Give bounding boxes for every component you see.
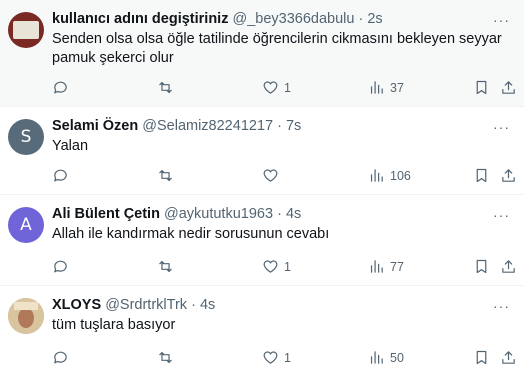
tweet-header: Ali Bülent Çetin @aykututku1963 · 4s — [52, 205, 512, 223]
action-bar: 1 50 — [52, 341, 515, 377]
timestamp[interactable]: 4s — [200, 297, 215, 313]
tweet[interactable]: ··· XLOYS @SrdrtrklTrk · 4s tüm tuşlara … — [0, 286, 524, 373]
more-icon[interactable]: ··· — [493, 12, 510, 28]
display-name[interactable]: XLOYS — [52, 297, 101, 313]
avatar[interactable] — [8, 298, 44, 334]
tweet-text: Senden olsa olsa öğle tatilinde öğrencil… — [52, 31, 502, 66]
avatar-letter: S — [20, 127, 32, 147]
tweet-text: tüm tuşlara basıyor — [52, 317, 176, 333]
retweet-button[interactable] — [157, 349, 174, 366]
timestamp[interactable]: 7s — [286, 118, 301, 134]
view-count: 37 — [390, 80, 404, 95]
like-count: 1 — [284, 80, 291, 95]
tweet[interactable]: ··· kullanıcı adını degiştiriniz @_bey33… — [0, 0, 524, 107]
view-count: 106 — [390, 168, 411, 183]
tweet[interactable]: S ··· Selami Özen @Selamiz82241217 · 7s … — [0, 107, 524, 195]
share-button[interactable] — [500, 258, 517, 275]
tweet[interactable]: A ··· Ali Bülent Çetin @aykututku1963 · … — [0, 195, 524, 286]
user-handle[interactable]: @_bey3366dabulu — [232, 11, 354, 27]
retweet-button[interactable] — [157, 79, 174, 96]
view-count: 50 — [390, 350, 404, 365]
tweet-text: Yalan — [52, 138, 89, 154]
action-bar: 106 — [52, 159, 515, 195]
views-button[interactable]: 106 — [368, 167, 411, 184]
avatar[interactable]: S — [8, 119, 44, 155]
bookmark-button[interactable] — [473, 349, 490, 366]
more-icon[interactable]: ··· — [493, 119, 510, 135]
bookmark-button[interactable] — [473, 167, 490, 184]
bookmark-button[interactable] — [473, 79, 490, 96]
heart-icon — [263, 81, 278, 94]
tweet-header: XLOYS @SrdrtrklTrk · 4s — [52, 296, 512, 314]
bookmark-button[interactable] — [473, 258, 490, 275]
share-icon — [502, 260, 515, 273]
reply-button[interactable] — [52, 349, 69, 366]
heart-icon — [263, 169, 278, 182]
views-icon — [370, 81, 383, 94]
timestamp[interactable]: 4s — [286, 206, 301, 222]
like-button[interactable]: 1 — [262, 258, 291, 275]
avatar[interactable] — [8, 12, 44, 48]
views-icon — [370, 260, 383, 273]
avatar-image — [8, 298, 44, 334]
reply-icon — [54, 81, 67, 94]
timestamp[interactable]: 2s — [367, 11, 382, 27]
retweet-icon — [159, 81, 172, 94]
share-button[interactable] — [500, 79, 517, 96]
separator: · — [358, 11, 364, 27]
bookmark-icon — [476, 259, 487, 274]
display-name[interactable]: kullanıcı adını degiştiriniz — [52, 11, 228, 27]
tweet-header: kullanıcı adını degiştiriniz @_bey3366da… — [52, 10, 512, 28]
like-count: 1 — [284, 350, 291, 365]
reply-icon — [54, 169, 67, 182]
share-button[interactable] — [500, 349, 517, 366]
like-count: 1 — [284, 259, 291, 274]
action-bar: 1 37 — [52, 71, 515, 107]
user-handle[interactable]: @aykututku1963 — [164, 206, 273, 222]
avatar[interactable]: A — [8, 207, 44, 243]
retweet-icon — [159, 260, 172, 273]
action-bar: 1 77 — [52, 250, 515, 286]
avatar-image — [13, 21, 39, 39]
like-button[interactable]: 1 — [262, 349, 291, 366]
views-button[interactable]: 77 — [368, 258, 404, 275]
share-icon — [502, 351, 515, 364]
tweet-text: Allah ile kandırmak nedir sorusunun ceva… — [52, 226, 330, 242]
bookmark-icon — [476, 350, 487, 365]
heart-icon — [263, 351, 278, 364]
share-icon — [502, 81, 515, 94]
retweet-button[interactable] — [157, 167, 174, 184]
bookmark-icon — [476, 80, 487, 95]
reply-button[interactable] — [52, 79, 69, 96]
tweet-header: Selami Özen @Selamiz82241217 · 7s — [52, 117, 512, 135]
reply-button[interactable] — [52, 167, 69, 184]
like-button[interactable]: 1 — [262, 79, 291, 96]
display-name[interactable]: Ali Bülent Çetin — [52, 206, 160, 222]
more-icon[interactable]: ··· — [493, 207, 510, 223]
reply-icon — [54, 351, 67, 364]
views-button[interactable]: 37 — [368, 79, 404, 96]
bookmark-icon — [476, 168, 487, 183]
display-name[interactable]: Selami Özen — [52, 118, 138, 134]
views-button[interactable]: 50 — [368, 349, 404, 366]
more-icon[interactable]: ··· — [493, 298, 510, 314]
share-button[interactable] — [500, 167, 517, 184]
view-count: 77 — [390, 259, 404, 274]
separator: · — [191, 297, 196, 313]
separator: · — [277, 206, 282, 222]
views-icon — [370, 169, 383, 182]
avatar-letter: A — [20, 215, 32, 235]
like-button[interactable] — [262, 167, 284, 184]
views-icon — [370, 351, 383, 364]
user-handle[interactable]: @Selamiz82241217 — [142, 118, 273, 134]
reply-icon — [54, 260, 67, 273]
retweet-icon — [159, 169, 172, 182]
separator: · — [277, 118, 282, 134]
retweet-button[interactable] — [157, 258, 174, 275]
user-handle[interactable]: @SrdrtrklTrk — [105, 297, 187, 313]
reply-button[interactable] — [52, 258, 69, 275]
heart-icon — [263, 260, 278, 273]
retweet-icon — [159, 351, 172, 364]
share-icon — [502, 169, 515, 182]
